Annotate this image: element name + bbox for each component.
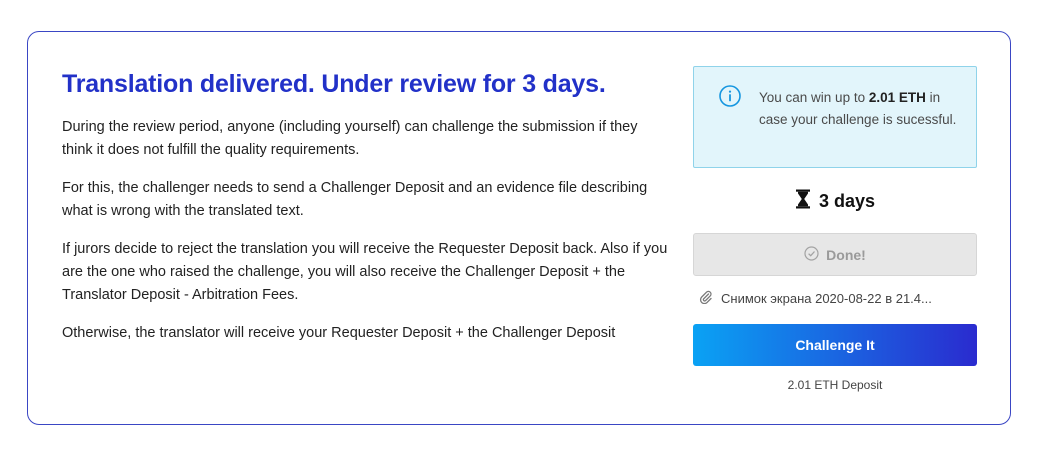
review-paragraph: If jurors decide to reject the translati… [62, 241, 668, 303]
deposit-amount: 2.01 ETH Deposit [787, 378, 883, 392]
paperclip-icon [699, 290, 713, 307]
hourglass-icon [795, 189, 811, 214]
challenge-panel: You can win up to 2.01 ETH in case your … [693, 66, 977, 392]
review-timer: 3 days [693, 188, 977, 214]
reward-info-text: You can win up to 2.01 ETH in case your … [759, 87, 964, 131]
reward-amount: 2.01 ETH [868, 90, 926, 105]
evidence-file-name: Снимок экрана 2020-08-22 в 21.4... [721, 290, 932, 306]
review-description: Translation delivered. Under review for … [62, 68, 672, 360]
review-paragraph: During the review period, anyone (includ… [62, 119, 638, 158]
review-paragraph: Otherwise, the translator will receive y… [62, 325, 616, 341]
review-paragraph: For this, the challenger needs to send a… [62, 180, 648, 219]
done-button[interactable]: Done! [693, 233, 977, 276]
done-button-label: Done! [826, 246, 866, 263]
reward-text-prefix: You can win up to [759, 90, 869, 105]
reward-info-box: You can win up to 2.01 ETH in case your … [693, 66, 977, 168]
info-icon [719, 85, 741, 107]
check-circle-icon [804, 245, 819, 264]
challenge-button[interactable]: Challenge It [693, 324, 977, 366]
page-title: Translation delivered. Under review for … [62, 70, 606, 98]
evidence-file-link[interactable]: Снимок экрана 2020-08-22 в 21.4... [693, 288, 977, 308]
review-card: Translation delivered. Under review for … [27, 31, 1011, 425]
timer-label: 3 days [818, 190, 876, 211]
